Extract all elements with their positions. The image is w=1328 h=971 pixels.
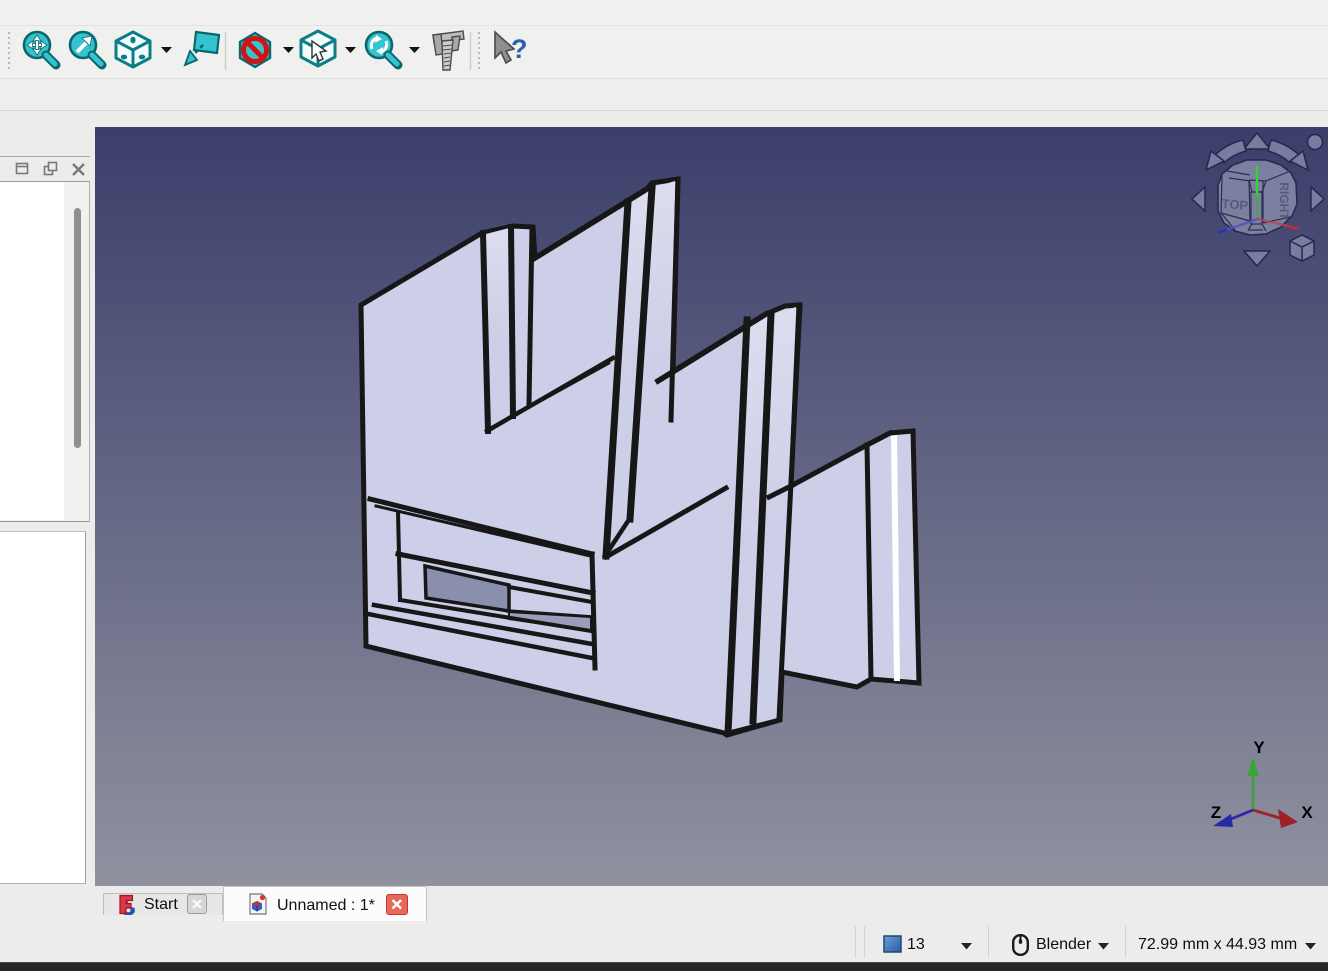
svg-text:X: X bbox=[1301, 803, 1313, 822]
svg-text:?: ? bbox=[511, 34, 528, 64]
svg-text:RIGHT: RIGHT bbox=[1277, 182, 1291, 220]
svg-text:Y: Y bbox=[1253, 738, 1265, 757]
svg-text:Z: Z bbox=[1211, 803, 1221, 822]
svg-text:TOP: TOP bbox=[1221, 196, 1249, 213]
